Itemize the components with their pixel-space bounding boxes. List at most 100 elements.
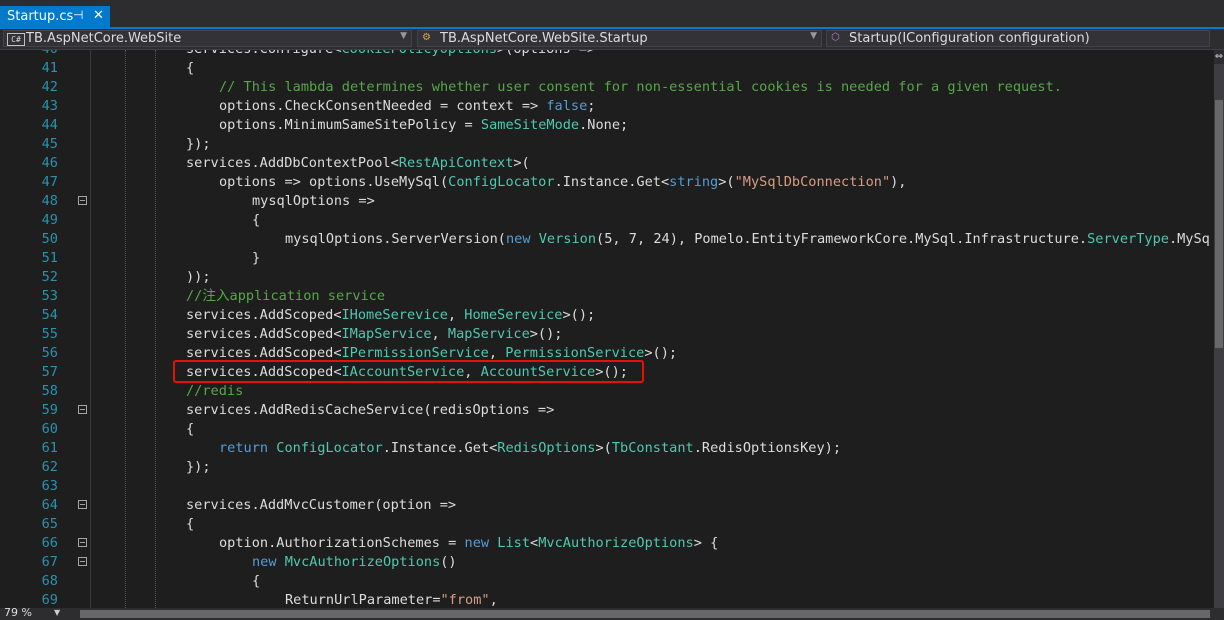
line-number: 57 (41, 364, 58, 380)
dropdown-arrow-icon[interactable]: ▼ (54, 608, 60, 617)
code-line[interactable]: 51} (0, 249, 1214, 268)
code-line[interactable]: 68 { (0, 572, 1214, 591)
code-text: mysqlOptions.ServerVersion(new Version(5… (285, 231, 1210, 247)
code-line[interactable]: 50 mysqlOptions.ServerVersion(new Version… (0, 230, 1214, 249)
line-number: 52 (41, 269, 58, 285)
code-text: services.AddRedisCacheService(redisOptio… (186, 402, 555, 418)
code-text: }); (186, 459, 211, 475)
fold-icon[interactable] (78, 538, 87, 547)
line-number: 61 (41, 440, 58, 456)
line-number: 67 (41, 554, 58, 570)
code-line[interactable]: 63 (0, 477, 1214, 496)
code-text: //注入application service (186, 288, 386, 304)
member-label: Startup(IConfiguration configuration) (849, 31, 1090, 46)
line-number: 42 (41, 79, 58, 95)
line-number: 60 (41, 421, 58, 437)
code-text: }); (186, 136, 211, 152)
code-line[interactable]: 52)); (0, 268, 1214, 287)
tab-startup-cs[interactable]: Startup.cs ⊣ ✕ (0, 6, 110, 29)
code-text: mysqlOptions => (252, 193, 375, 209)
code-line[interactable]: 48 mysqlOptions => (0, 192, 1214, 211)
code-text: { (186, 421, 195, 437)
code-text: options.CheckConsentNeeded = context => … (219, 98, 596, 114)
code-text: services.AddMvcCustomer(option => (186, 497, 457, 513)
pin-icon[interactable]: ⊣ (73, 8, 83, 22)
code-line[interactable]: 41 { (0, 59, 1214, 78)
code-line[interactable]: 62}); (0, 458, 1214, 477)
code-text: services.AddScoped<IMapService, MapServi… (186, 326, 563, 342)
fold-icon[interactable] (78, 557, 87, 566)
tab-title: Startup.cs (7, 9, 74, 24)
line-number: 56 (41, 345, 58, 361)
line-number: 49 (41, 212, 58, 228)
code-line[interactable]: 55 services.AddScoped<IMapService, MapSer… (0, 325, 1214, 344)
line-number: 58 (41, 383, 58, 399)
code-line[interactable]: 60 { (0, 420, 1214, 439)
code-line[interactable]: 54 services.AddScoped<IHomeSerevice, Home… (0, 306, 1214, 325)
line-number: 68 (41, 573, 58, 589)
code-text: //redis (186, 383, 244, 399)
code-text: { (186, 60, 195, 76)
line-number: 59 (41, 402, 58, 418)
line-number: 65 (41, 516, 58, 532)
code-line[interactable]: 64 services.AddMvcCustomer(option => (0, 496, 1214, 515)
code-line[interactable]: 67 new MvcAuthorizeOptions() (0, 553, 1214, 572)
project-dropdown[interactable]: C# TB.AspNetCore.WebSite ▼ (3, 30, 412, 47)
split-editor-icon[interactable]: ⇔ (1214, 50, 1224, 64)
code-line[interactable]: 47 options => options.UseMySql(ConfigLoca… (0, 173, 1214, 192)
line-number: 44 (41, 117, 58, 133)
code-text: { (252, 573, 261, 589)
line-number: 43 (41, 98, 58, 114)
csharp-project-icon: C# (7, 33, 25, 46)
code-text: new MvcAuthorizeOptions() (252, 554, 457, 570)
member-dropdown[interactable]: ⬡ Startup(IConfiguration configuration) (826, 30, 1210, 47)
code-text: // This lambda determines whether user c… (219, 79, 1062, 95)
code-text: services.AddScoped<IHomeSerevice, HomeSe… (186, 307, 596, 323)
line-number: 40 (20, 50, 58, 59)
line-number: 50 (41, 231, 58, 247)
class-dropdown[interactable]: ⚙ TB.AspNetCore.WebSite.Startup ▼ (417, 30, 822, 47)
code-text: ReturnUrlParameter="from", (285, 592, 498, 608)
vertical-scrollbar[interactable] (1214, 50, 1224, 608)
horizontal-scroll-thumb[interactable] (80, 610, 1210, 618)
code-line[interactable]: 69 ReturnUrlParameter="from", (0, 591, 1214, 608)
line-number: 53 (41, 288, 58, 304)
code-editor[interactable]: 40 services.Configure<CookiePolicyOptions… (0, 50, 1214, 608)
code-text: services.AddDbContextPool<RestApiContext… (186, 155, 530, 171)
line-number: 63 (41, 478, 58, 494)
zoom-level[interactable]: 79 % (4, 606, 32, 619)
vertical-scroll-thumb[interactable] (1215, 100, 1223, 348)
code-line[interactable]: 66 option.AuthorizationSchemes = new List… (0, 534, 1214, 553)
line-number: 46 (41, 155, 58, 171)
code-line[interactable]: 58 //redis (0, 382, 1214, 401)
code-line[interactable]: 42 // This lambda determines whether user… (0, 78, 1214, 97)
fold-icon[interactable] (78, 405, 87, 414)
close-icon[interactable]: ✕ (93, 8, 104, 23)
code-line[interactable]: 49 { (0, 211, 1214, 230)
method-icon: ⬡ (831, 32, 840, 43)
code-line[interactable]: 40 services.Configure<CookiePolicyOptions… (0, 50, 1214, 59)
line-number: 51 (41, 250, 58, 266)
code-text: { (186, 516, 195, 532)
fold-icon[interactable] (78, 500, 87, 509)
code-line[interactable]: 65 { (0, 515, 1214, 534)
code-line[interactable]: 46 services.AddDbContextPool<RestApiConte… (0, 154, 1214, 173)
code-text: } (252, 250, 261, 266)
code-line[interactable]: 57 services.AddScoped<IAccountService, Ac… (0, 363, 1214, 382)
code-line[interactable]: 56 services.AddScoped<IPermissionService,… (0, 344, 1214, 363)
code-line[interactable]: 43 options.CheckConsentNeeded = context =… (0, 97, 1214, 116)
code-text: return ConfigLocator.Instance.Get<RedisO… (219, 440, 842, 456)
line-number: 62 (41, 459, 58, 475)
code-text: services.AddScoped<IAccountService, Acco… (186, 364, 628, 380)
line-number: 48 (41, 193, 58, 209)
line-number: 54 (41, 307, 58, 323)
code-line[interactable]: 53 //注入application service (0, 287, 1214, 306)
code-text: option.AuthorizationSchemes = new List<M… (219, 535, 719, 551)
line-number: 45 (41, 136, 58, 152)
code-line[interactable]: 45}); (0, 135, 1214, 154)
code-line[interactable]: 59 services.AddRedisCacheService(redisOpt… (0, 401, 1214, 420)
code-line[interactable]: 44 options.MinimumSameSitePolicy = SameSi… (0, 116, 1214, 135)
code-line[interactable]: 61 return ConfigLocator.Instance.Get<Redi… (0, 439, 1214, 458)
line-number: 41 (41, 60, 58, 76)
fold-icon[interactable] (78, 196, 87, 205)
